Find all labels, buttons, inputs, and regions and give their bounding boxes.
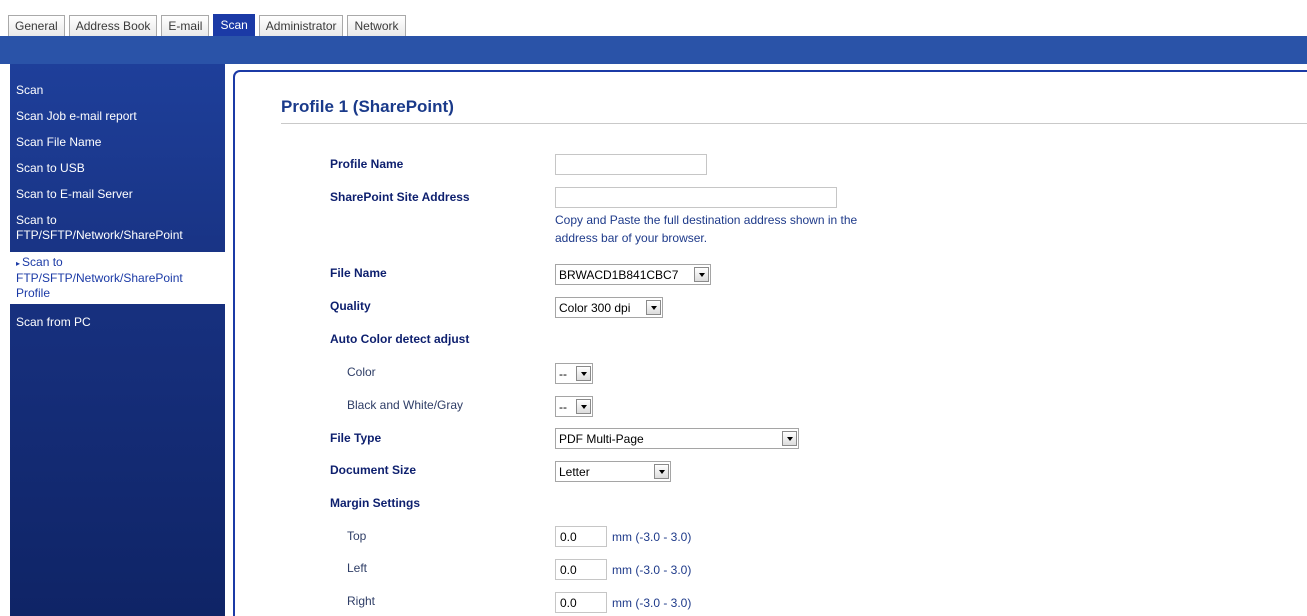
chevron-down-icon[interactable] xyxy=(646,300,661,315)
sidebar-item-scan[interactable]: Scan xyxy=(10,83,225,98)
sidebar-item-scan-to-ftp[interactable]: Scan to FTP/SFTP/Network/SharePoint xyxy=(10,213,210,243)
margin-settings-label: Margin Settings xyxy=(330,496,421,510)
chevron-down-icon[interactable] xyxy=(654,464,669,479)
file-type-value: PDF Multi-Page xyxy=(559,432,644,446)
quality-select[interactable]: Color 300 dpi xyxy=(555,297,663,318)
auto-color-detect-label: Auto Color detect adjust xyxy=(330,332,470,346)
document-size-value: Letter xyxy=(559,465,590,479)
black-white-gray-value: -- xyxy=(559,400,567,414)
title-divider xyxy=(281,123,1307,124)
profile-name-label: Profile Name xyxy=(330,157,404,171)
margin-right-input[interactable] xyxy=(555,592,607,613)
margin-right-label: Right xyxy=(347,594,376,608)
sidebar-item-scan-from-pc[interactable]: Scan from PC xyxy=(10,315,225,330)
margin-left-input[interactable] xyxy=(555,559,607,580)
margin-left-unit: mm (-3.0 - 3.0) xyxy=(612,563,692,577)
selected-arrow-icon: ▸ xyxy=(16,259,21,268)
site-address-help-text: Copy and Paste the full destination addr… xyxy=(555,213,858,245)
black-white-gray-select[interactable]: -- xyxy=(555,396,593,417)
file-type-label: File Type xyxy=(330,431,382,445)
quality-label: Quality xyxy=(330,299,371,313)
tab-scan[interactable]: Scan xyxy=(213,14,255,36)
file-name-select[interactable]: BRWACD1B841CBC7 xyxy=(555,264,711,285)
tab-email[interactable]: E-mail xyxy=(161,15,210,36)
chevron-down-icon[interactable] xyxy=(576,366,591,381)
quality-value: Color 300 dpi xyxy=(559,301,631,315)
margin-top-unit: mm (-3.0 - 3.0) xyxy=(612,530,692,544)
sharepoint-site-address-input[interactable] xyxy=(555,187,837,208)
tab-administrator[interactable]: Administrator xyxy=(258,15,344,36)
sidebar-item-scan-to-usb[interactable]: Scan to USB xyxy=(10,161,225,176)
tab-network[interactable]: Network xyxy=(347,15,406,36)
document-size-select[interactable]: Letter xyxy=(555,461,671,482)
sidebar-item-scan-file-name[interactable]: Scan File Name xyxy=(10,135,225,150)
sidebar-item-scan-to-ftp-profile[interactable]: ▸ Scan to FTP/SFTP/Network/SharePoint Pro… xyxy=(10,252,225,304)
page-title: Profile 1 (SharePoint) xyxy=(281,97,454,116)
margin-top-label: Top xyxy=(347,529,367,543)
margin-left-label: Left xyxy=(347,561,368,575)
sidebar: Scan Scan Job e-mail report Scan File Na… xyxy=(10,64,225,616)
color-value: -- xyxy=(559,367,567,381)
header-bar xyxy=(0,36,1307,64)
chevron-down-icon[interactable] xyxy=(782,431,797,446)
file-name-label: File Name xyxy=(330,266,387,280)
tab-bar: General Address Book E-mail Scan Adminis… xyxy=(0,0,1307,36)
file-type-select[interactable]: PDF Multi-Page xyxy=(555,428,799,449)
sidebar-item-scan-job-email-report[interactable]: Scan Job e-mail report xyxy=(10,109,225,124)
margin-top-input[interactable] xyxy=(555,526,607,547)
tab-list: General Address Book E-mail Scan Adminis… xyxy=(8,14,410,36)
color-label: Color xyxy=(347,365,376,379)
black-white-gray-label: Black and White/Gray xyxy=(347,398,464,412)
document-size-label: Document Size xyxy=(330,463,417,477)
sidebar-item-scan-to-email-server[interactable]: Scan to E-mail Server xyxy=(10,187,225,202)
sidebar-item-label: Scan to FTP/SFTP/Network/SharePoint Prof… xyxy=(16,255,183,300)
profile-name-input[interactable] xyxy=(555,154,707,175)
tab-address-book[interactable]: Address Book xyxy=(68,15,158,36)
margin-right-unit: mm (-3.0 - 3.0) xyxy=(612,596,692,610)
file-name-value: BRWACD1B841CBC7 xyxy=(559,268,679,282)
color-select[interactable]: -- xyxy=(555,363,593,384)
sharepoint-site-address-label: SharePoint Site Address xyxy=(330,190,470,204)
chevron-down-icon[interactable] xyxy=(694,267,709,282)
chevron-down-icon[interactable] xyxy=(576,399,591,414)
tab-general[interactable]: General xyxy=(8,15,65,36)
